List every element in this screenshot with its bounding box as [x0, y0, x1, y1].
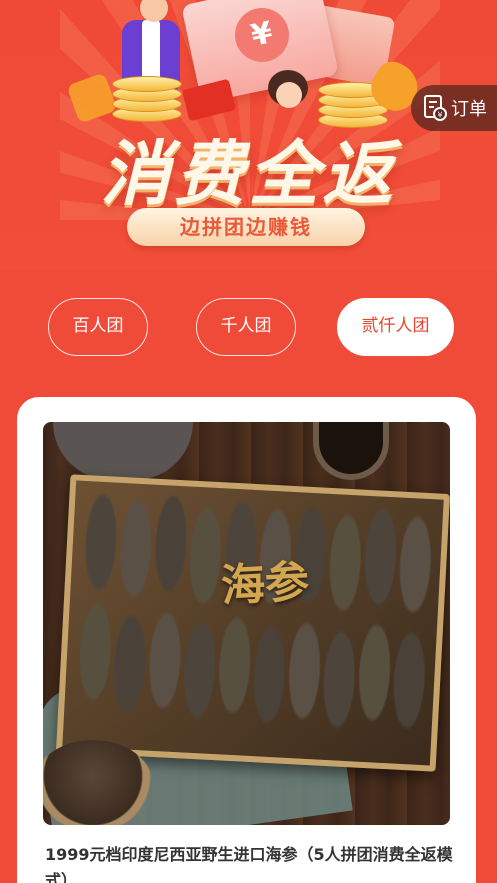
coin-stack-icon — [112, 76, 182, 124]
promo-banner: ¥ 消费全返 边拼团边赚钱 — [0, 0, 497, 270]
banner-title: 消费全返 — [100, 133, 397, 215]
tab-hundred[interactable]: 百人团 — [48, 298, 148, 356]
order-button-label: 订单 — [451, 99, 487, 120]
sea-cucumbers — [70, 490, 444, 760]
tab-thousand[interactable]: 千人团 — [196, 298, 296, 356]
group-size-tabs: 百人团 千人团 贰仟人团 — [0, 298, 497, 358]
teapot-illustration — [53, 422, 193, 480]
product-image[interactable]: 海参 — [43, 422, 450, 825]
product-image-label: 海参 — [219, 556, 311, 612]
sea-cucumber-box: 海参 — [55, 474, 450, 772]
svg-text:¥: ¥ — [437, 111, 442, 120]
cup-illustration — [313, 422, 389, 480]
order-button[interactable]: ¥ 订单 — [411, 85, 497, 131]
product-card[interactable]: 海参 1999元档印度尼西亚野生进口海参（5人拼团消费全返模式） — [17, 397, 476, 883]
tab-two-thousand[interactable]: 贰仟人团 — [337, 298, 454, 356]
product-title[interactable]: 1999元档印度尼西亚野生进口海参（5人拼团消费全返模式） — [45, 842, 455, 883]
order-doc-icon: ¥ — [424, 95, 447, 121]
banner-subtitle: 边拼团边赚钱 — [127, 208, 365, 246]
